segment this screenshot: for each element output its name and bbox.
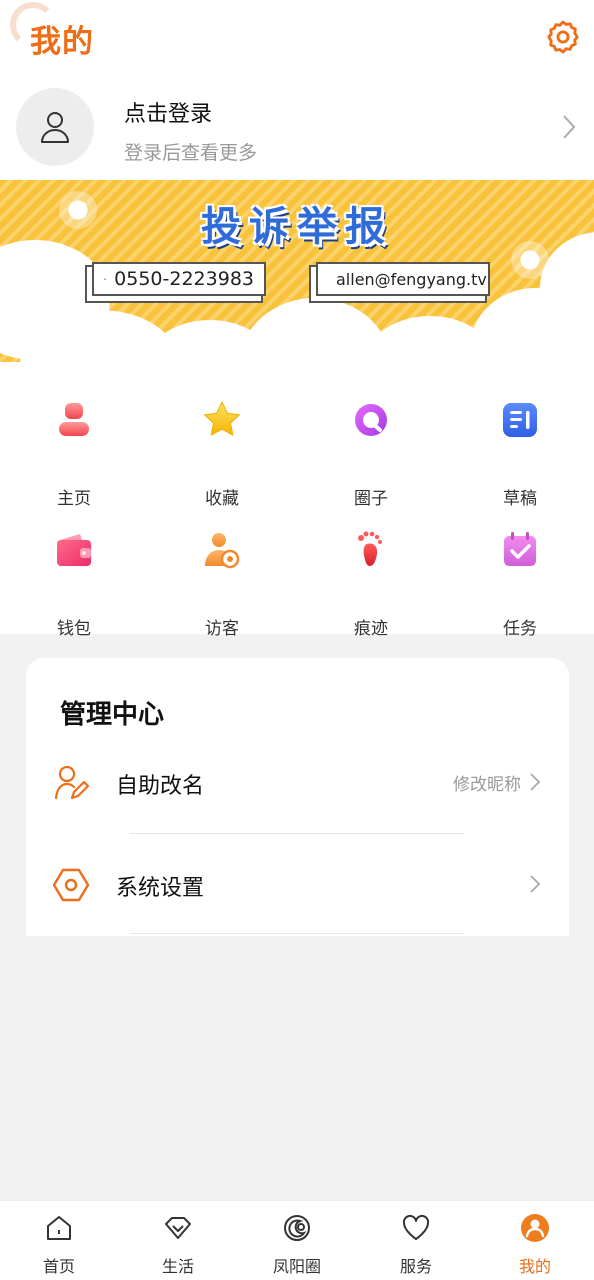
circle-icon bbox=[355, 404, 387, 436]
footprint-icon bbox=[358, 531, 382, 566]
visitor-icon bbox=[205, 533, 240, 569]
nav-label: 服务 bbox=[399, 1257, 432, 1276]
grid-item-favorites[interactable]: 收藏 bbox=[148, 380, 296, 509]
bottom-nav: 首页 生活 凤阳圈 服务 我的 bbox=[0, 1200, 594, 1280]
email-tag[interactable]: allen@fengyang.tv bbox=[316, 262, 490, 296]
login-title[interactable]: 点击登录 bbox=[124, 96, 212, 128]
rename-hint: 修改昵称 bbox=[453, 775, 521, 795]
banner-title: 投诉举报 bbox=[201, 204, 393, 250]
grid-item-home[interactable]: 主页 bbox=[0, 380, 148, 509]
settings-hex-icon bbox=[52, 868, 90, 902]
grid-item-label: 钱包 bbox=[57, 619, 91, 639]
nav-item-life[interactable]: 生活 bbox=[119, 1201, 237, 1280]
edit-name-icon bbox=[54, 765, 90, 800]
grid-item-label: 访客 bbox=[205, 619, 239, 639]
moon-circle-icon bbox=[284, 1215, 310, 1241]
rename-label: 自助改名 bbox=[116, 774, 205, 799]
user-placeholder-icon bbox=[41, 112, 69, 143]
home-person-icon bbox=[59, 403, 89, 436]
nav-item-me[interactable]: 我的 bbox=[476, 1201, 594, 1280]
phone-tag[interactable]: 0550-2223983 bbox=[92, 262, 266, 296]
wallet-icon bbox=[57, 534, 91, 566]
draft-icon bbox=[503, 403, 537, 437]
row-divider bbox=[130, 933, 464, 934]
avatar[interactable] bbox=[16, 88, 94, 166]
report-banner[interactable]: 投诉举报 0550-2223983 allen@fengyang.tv bbox=[0, 180, 594, 362]
grid-item-label: 草稿 bbox=[503, 489, 537, 509]
phone-number: 0550-2223983 bbox=[114, 268, 254, 290]
heart-icon bbox=[402, 1214, 430, 1240]
top-header: 我的 bbox=[0, 0, 594, 76]
grid-item-tasks[interactable]: 任务 bbox=[446, 510, 594, 639]
nav-item-fengyang-circle[interactable]: 凤阳圈 bbox=[238, 1201, 356, 1280]
grid-item-visitors[interactable]: 访客 bbox=[148, 510, 296, 639]
grid-item-label: 收藏 bbox=[205, 489, 239, 509]
rename-row[interactable]: 自助改名 修改昵称 bbox=[26, 744, 569, 824]
star-icon bbox=[204, 401, 240, 436]
chevron-right-icon bbox=[563, 115, 576, 139]
user-icon bbox=[521, 1214, 549, 1242]
chevron-right-icon bbox=[530, 875, 541, 893]
management-title: 管理中心 bbox=[60, 700, 165, 730]
nav-item-home[interactable]: 首页 bbox=[0, 1201, 118, 1280]
nav-item-services[interactable]: 服务 bbox=[357, 1201, 475, 1280]
email-address: allen@fengyang.tv bbox=[336, 269, 487, 289]
management-card: 管理中心 自助改名 修改昵称 系统设置 bbox=[26, 658, 569, 936]
diamond-icon bbox=[165, 1217, 191, 1239]
nav-label: 首页 bbox=[42, 1257, 75, 1276]
login-subtitle: 登录后查看更多 bbox=[124, 142, 258, 164]
phone-icon bbox=[104, 278, 106, 280]
chevron-right-icon bbox=[530, 773, 541, 791]
nav-label: 生活 bbox=[161, 1257, 194, 1276]
nav-label: 凤阳圈 bbox=[272, 1257, 321, 1276]
nav-label: 我的 bbox=[518, 1257, 551, 1276]
grid-item-footprints[interactable]: 痕迹 bbox=[297, 510, 445, 639]
feature-grid: 主页 收藏 圈子 草稿 钱包 访客 痕迹 任务 bbox=[0, 362, 594, 639]
login-section[interactable]: 点击登录 登录后查看更多 bbox=[0, 76, 594, 180]
grid-item-label: 圈子 bbox=[354, 489, 388, 509]
grid-item-label: 痕迹 bbox=[354, 619, 388, 639]
grid-item-drafts[interactable]: 草稿 bbox=[446, 380, 594, 509]
gear-icon[interactable] bbox=[544, 18, 582, 56]
grid-item-label: 主页 bbox=[57, 489, 91, 509]
system-settings-label: 系统设置 bbox=[116, 876, 205, 901]
task-icon bbox=[504, 532, 536, 566]
grid-item-label: 任务 bbox=[503, 619, 537, 639]
grid-item-wallet[interactable]: 钱包 bbox=[0, 510, 148, 639]
home-icon bbox=[47, 1216, 71, 1240]
grid-item-circle[interactable]: 圈子 bbox=[297, 380, 445, 509]
page-title: 我的 bbox=[30, 24, 94, 60]
row-divider bbox=[130, 833, 464, 834]
system-settings-row[interactable]: 系统设置 bbox=[26, 846, 569, 926]
